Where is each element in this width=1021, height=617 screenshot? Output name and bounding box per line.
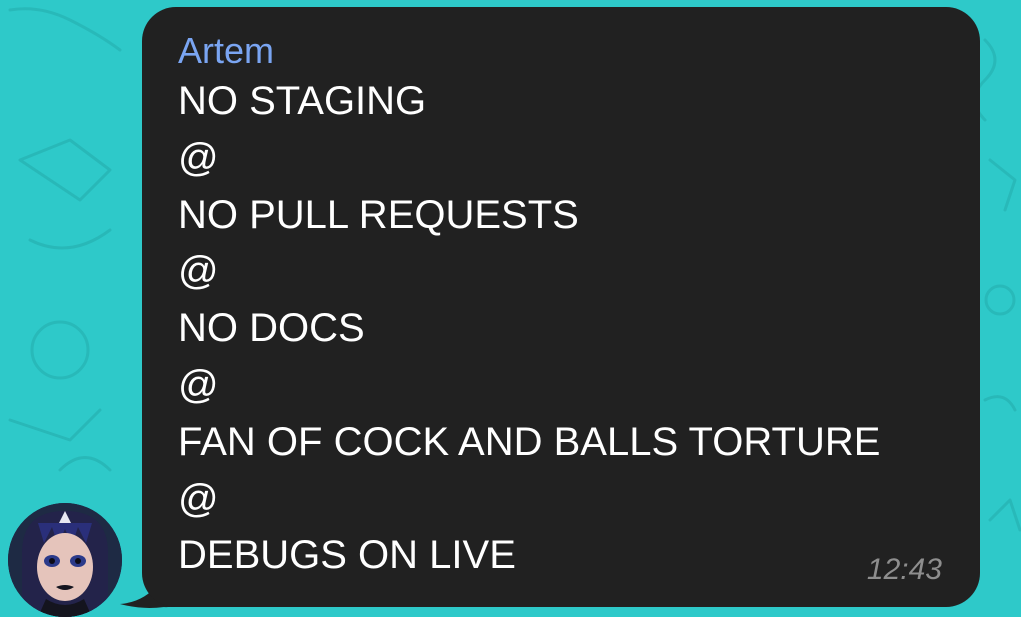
message-line: NO STAGING [178, 79, 427, 123]
message-bubble[interactable]: Artem NO STAGING @ NO PULL REQUESTS @ NO… [142, 7, 980, 607]
message-line: NO DOCS [178, 306, 365, 351]
message-text: NO STAGING @ NO PULL REQUESTS @ NO DOCS … [178, 73, 944, 584]
user-avatar-icon [8, 503, 122, 617]
message-timestamp: 12:43 [866, 553, 942, 586]
message-line: FAN OF COCK AND BALLS TORTURE [178, 419, 881, 464]
message-line: NO PULL REQUESTS [178, 192, 579, 237]
message-line: @ [178, 476, 219, 521]
message-line: DEBUGS ON LIVE [178, 533, 516, 578]
sender-avatar[interactable] [8, 503, 122, 617]
message-line: @ [178, 362, 219, 407]
sender-name[interactable]: Artem [178, 29, 944, 73]
message-line: @ [178, 135, 219, 180]
message-line: @ [178, 249, 219, 294]
